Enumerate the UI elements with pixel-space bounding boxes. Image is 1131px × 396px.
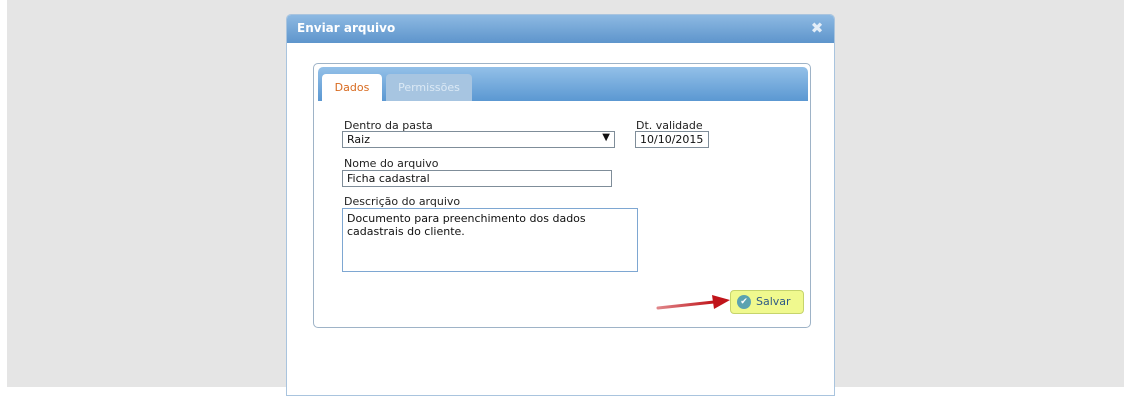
description-label: Descrição do arquivo	[344, 195, 461, 208]
tab-bar: Dados Permissões	[318, 67, 808, 101]
description-textarea[interactable]: Documento para preenchimento dos dados c…	[342, 208, 638, 272]
folder-select[interactable]: Raiz ▼	[342, 131, 615, 148]
save-button[interactable]: ✔ Salvar	[730, 290, 804, 314]
dialog-titlebar[interactable]: Enviar arquivo ✖	[287, 15, 834, 43]
folder-select-value: Raiz	[347, 133, 370, 146]
validity-date-input[interactable]: 10/10/2015	[635, 131, 709, 148]
file-name-input[interactable]: Ficha cadastral	[342, 170, 612, 187]
check-circle-icon: ✔	[737, 295, 751, 309]
chevron-down-icon[interactable]: ▼	[602, 132, 610, 143]
tab-dados[interactable]: Dados	[322, 74, 382, 101]
file-name-label: Nome do arquivo	[344, 157, 439, 170]
save-button-label: Salvar	[756, 295, 791, 308]
close-icon[interactable]: ✖	[809, 20, 825, 36]
tab-permissoes[interactable]: Permissões	[386, 74, 472, 101]
form-panel: Dados Permissões Dentro da pasta Raiz ▼ …	[313, 63, 811, 328]
dialog-title: Enviar arquivo	[297, 21, 396, 35]
upload-dialog: Enviar arquivo ✖ Dados Permissões Dentro…	[286, 14, 835, 396]
